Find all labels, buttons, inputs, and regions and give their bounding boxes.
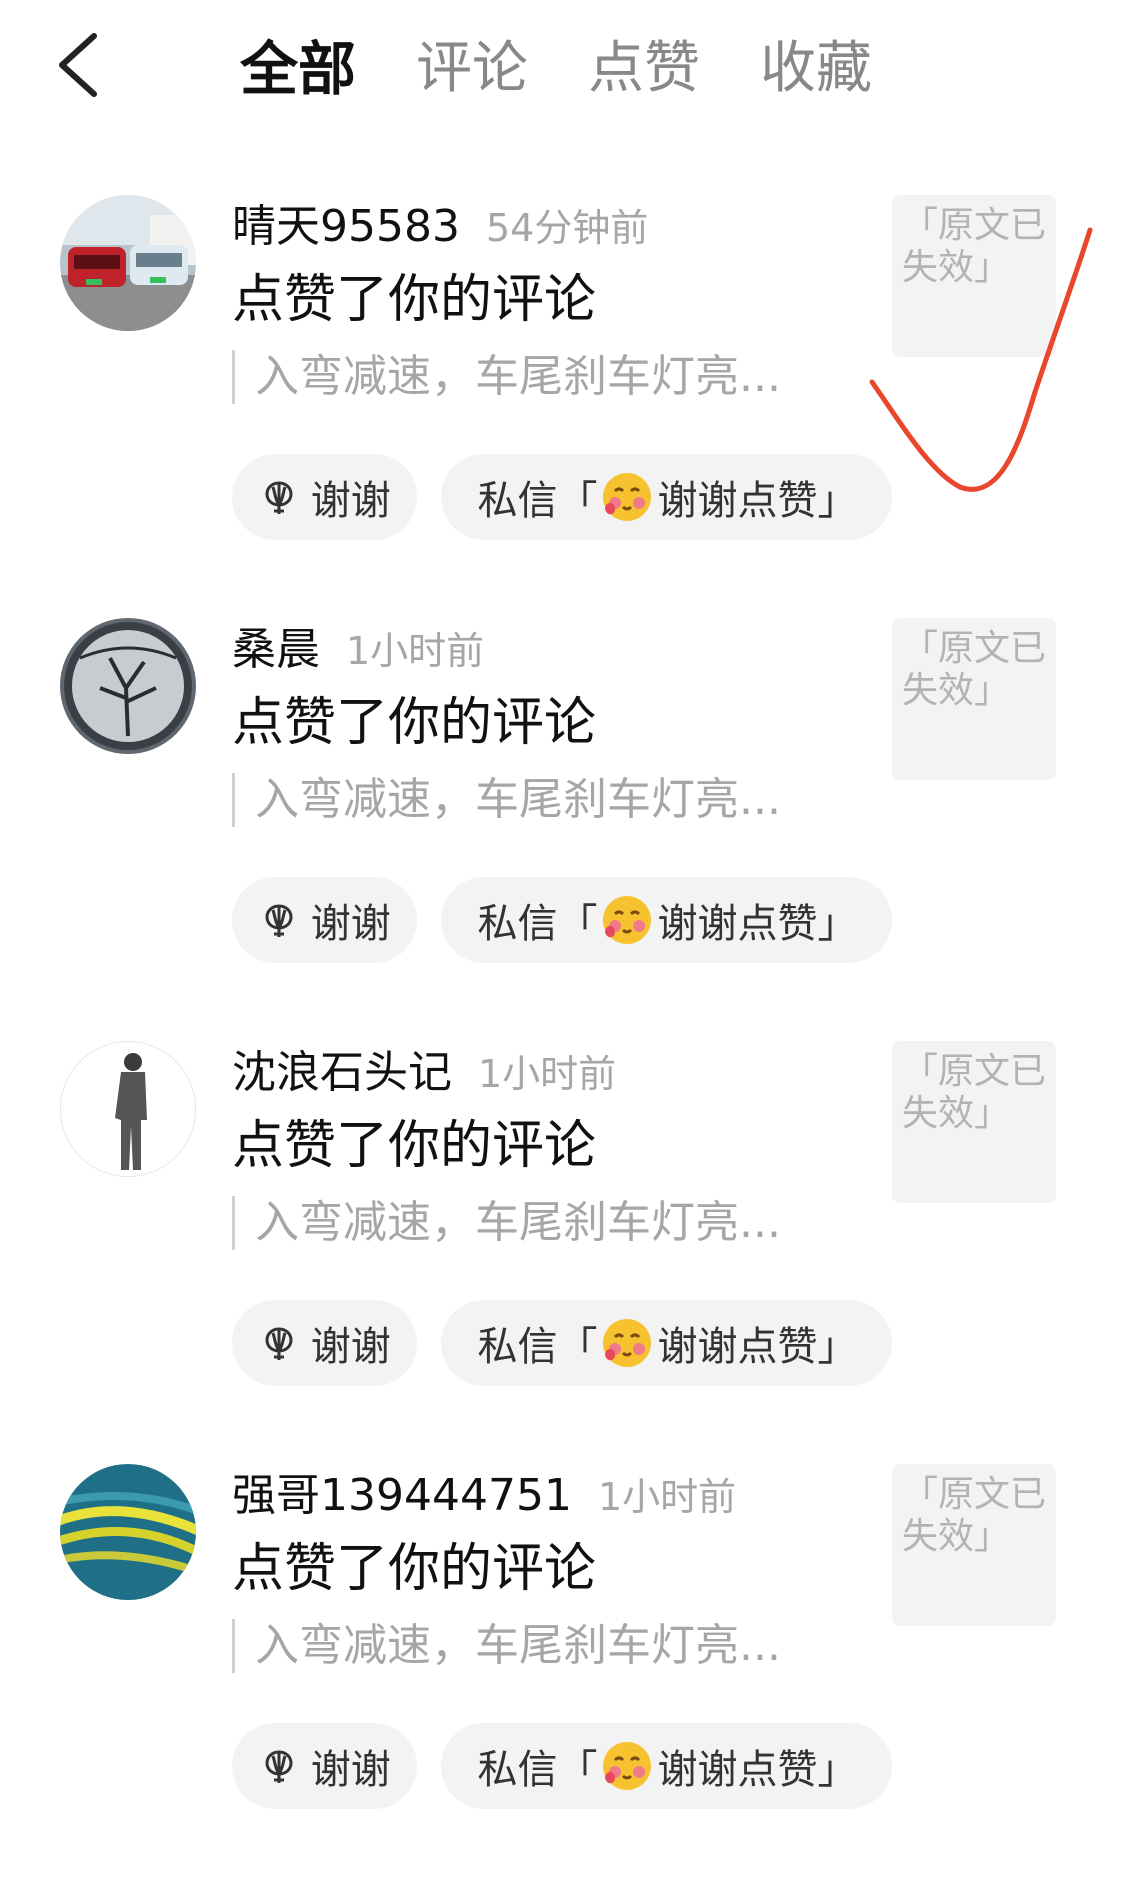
dm-thanks-button[interactable]: 私信「 谢谢点赞」 <box>441 454 892 540</box>
dm-prefix: 私信「 <box>477 1747 598 1793</box>
thanks-flower-icon <box>265 904 293 937</box>
original-post-thumbnail[interactable]: 「原文已失效」 <box>892 1041 1056 1203</box>
dm-prefix: 私信「 <box>477 1324 598 1370</box>
avatar[interactable] <box>60 618 196 754</box>
username[interactable]: 强哥139444751 <box>232 1459 572 1523</box>
item-content: 晴天95583 54分钟前 点赞了你的评论 入弯减速，车尾刹车灯亮... 谢谢 … <box>232 190 892 540</box>
dm-prefix: 私信「 <box>477 478 598 524</box>
original-post-thumbnail[interactable]: 「原文已失效」 <box>892 618 1056 780</box>
username[interactable]: 桑晨 <box>232 613 320 677</box>
dm-suffix: 谢谢点赞」 <box>657 901 858 947</box>
original-post-thumbnail[interactable]: 「原文已失效」 <box>892 1464 1056 1626</box>
comment-quote[interactable]: 入弯减速，车尾刹车灯亮... <box>232 1196 855 1250</box>
thanks-button[interactable]: 谢谢 <box>232 454 418 540</box>
avatar[interactable] <box>60 1041 196 1177</box>
item-content: 强哥139444751 1小时前 点赞了你的评论 入弯减速，车尾刹车灯亮... … <box>232 1459 892 1809</box>
tab-comments[interactable]: 评论 <box>416 24 528 114</box>
comment-quote[interactable]: 入弯减速，车尾刹车灯亮... <box>232 773 855 827</box>
thanks-flower-icon <box>265 1750 293 1783</box>
dm-suffix: 谢谢点赞」 <box>657 1324 858 1370</box>
action-text: 点赞了你的评论 <box>232 1539 597 1599</box>
blush-emoji-icon <box>601 894 653 946</box>
tab-all[interactable]: 全部 <box>240 24 356 114</box>
avatar[interactable] <box>60 195 196 331</box>
thanks-label: 谢谢 <box>310 1747 391 1793</box>
thanks-label: 谢谢 <box>310 1324 391 1370</box>
tab-bar: 全部 评论 点赞 收藏 <box>240 24 932 114</box>
list-item: 桑晨 1小时前 点赞了你的评论 入弯减速，车尾刹车灯亮... 谢谢 私信「 谢谢… <box>0 613 1125 1036</box>
comment-quote[interactable]: 入弯减速，车尾刹车灯亮... <box>232 350 855 404</box>
list-item: 强哥139444751 1小时前 点赞了你的评论 入弯减速，车尾刹车灯亮... … <box>0 1459 1125 1882</box>
dm-suffix: 谢谢点赞」 <box>657 478 858 524</box>
blush-emoji-icon <box>601 1317 653 1369</box>
thanks-flower-icon <box>265 481 293 514</box>
thanks-button[interactable]: 谢谢 <box>232 1300 418 1386</box>
thanks-button[interactable]: 谢谢 <box>232 1723 418 1809</box>
username[interactable]: 晴天95583 <box>232 190 460 254</box>
tab-likes[interactable]: 点赞 <box>588 24 700 114</box>
dm-thanks-button[interactable]: 私信「 谢谢点赞」 <box>441 877 892 963</box>
header-bar: 全部 评论 点赞 收藏 <box>0 0 1125 150</box>
original-post-thumbnail[interactable]: 「原文已失效」 <box>892 195 1056 357</box>
item-content: 桑晨 1小时前 点赞了你的评论 入弯减速，车尾刹车灯亮... 谢谢 私信「 谢谢… <box>232 613 892 963</box>
username[interactable]: 沈浪石头记 <box>232 1036 452 1100</box>
action-text: 点赞了你的评论 <box>232 270 597 330</box>
dm-thanks-button[interactable]: 私信「 谢谢点赞」 <box>441 1300 892 1386</box>
action-text: 点赞了你的评论 <box>232 1116 597 1176</box>
list-item: 晴天95583 54分钟前 点赞了你的评论 入弯减速，车尾刹车灯亮... 谢谢 … <box>0 190 1125 613</box>
dm-suffix: 谢谢点赞」 <box>657 1747 858 1793</box>
back-arrow-icon <box>59 33 97 97</box>
thanks-label: 谢谢 <box>310 478 391 524</box>
timestamp: 54分钟前 <box>485 206 649 250</box>
list-item: 沈浪石头记 1小时前 点赞了你的评论 入弯减速，车尾刹车灯亮... 谢谢 私信「 <box>0 1036 1125 1459</box>
timestamp: 1小时前 <box>597 1475 737 1519</box>
avatar[interactable] <box>60 1464 196 1600</box>
tab-favorites[interactable]: 收藏 <box>760 24 872 114</box>
back-button[interactable] <box>50 30 110 100</box>
comment-quote[interactable]: 入弯减速，车尾刹车灯亮... <box>232 1619 855 1673</box>
action-text: 点赞了你的评论 <box>232 693 597 753</box>
timestamp: 1小时前 <box>346 629 485 673</box>
blush-emoji-icon <box>601 471 653 523</box>
thanks-flower-icon <box>265 1327 293 1360</box>
dm-thanks-button[interactable]: 私信「 谢谢点赞」 <box>441 1723 892 1809</box>
thanks-label: 谢谢 <box>310 901 391 947</box>
dm-prefix: 私信「 <box>477 901 598 947</box>
blush-emoji-icon <box>601 1740 653 1792</box>
item-content: 沈浪石头记 1小时前 点赞了你的评论 入弯减速，车尾刹车灯亮... 谢谢 私信「 <box>232 1036 892 1386</box>
notification-list: 晴天95583 54分钟前 点赞了你的评论 入弯减速，车尾刹车灯亮... 谢谢 … <box>0 190 1125 1882</box>
timestamp: 1小时前 <box>478 1052 617 1096</box>
thanks-button[interactable]: 谢谢 <box>232 877 418 963</box>
